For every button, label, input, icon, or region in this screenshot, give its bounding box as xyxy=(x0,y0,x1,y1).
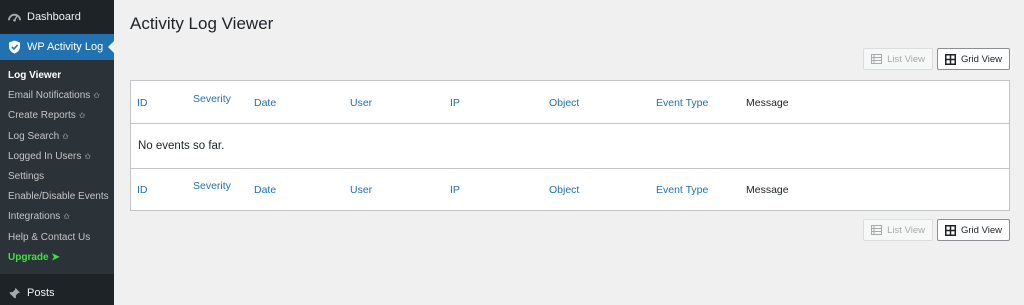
column-id[interactable]: ID xyxy=(137,184,148,196)
premium-star-icon: ✩ xyxy=(84,151,92,161)
grid-icon xyxy=(944,224,956,236)
dashboard-icon xyxy=(7,10,21,24)
submenu-label: Log Viewer xyxy=(8,70,62,81)
submenu-label: Enable/Disable Events xyxy=(8,191,109,203)
submenu-label: Upgrade ➤ xyxy=(8,251,60,263)
submenu-label: Email Notifications xyxy=(8,90,91,102)
empty-table-message: No events so far. xyxy=(138,140,225,152)
menu-wp-activity-log[interactable]: WP Activity Log xyxy=(0,34,114,60)
list-icon xyxy=(871,54,883,64)
submenu-label: Create Reports xyxy=(8,110,76,122)
menu-dashboard[interactable]: Dashboard xyxy=(0,0,114,34)
column-severity[interactable]: Severity xyxy=(193,93,231,105)
column-message: Message xyxy=(746,97,789,109)
list-view-button[interactable]: List View xyxy=(863,48,933,70)
submenu-help-contact[interactable]: Help & Contact Us xyxy=(0,228,114,248)
premium-star-icon: ✩ xyxy=(62,131,69,141)
submenu-log-search[interactable]: Log Search ✩ xyxy=(0,127,114,147)
list-view-label: List View xyxy=(887,224,925,236)
premium-star-icon: ✩ xyxy=(63,212,70,222)
column-object[interactable]: Object xyxy=(549,97,579,109)
main-content: Activity Log Viewer List View Grid View … xyxy=(114,0,1024,305)
column-ip[interactable]: IP xyxy=(450,97,460,109)
submenu-upgrade[interactable]: Upgrade ➤ xyxy=(0,248,114,268)
list-icon xyxy=(871,225,883,235)
submenu-logged-in-users[interactable]: Logged In Users ✩ xyxy=(0,147,114,167)
shield-icon xyxy=(7,40,21,54)
column-event-type[interactable]: Event Type xyxy=(656,97,708,109)
admin-sidebar: Dashboard WP Activity Log Log Viewer Ema… xyxy=(0,0,114,305)
view-switch-bottom: List View Grid View xyxy=(863,219,1010,241)
list-view-button[interactable]: List View xyxy=(863,219,933,241)
menu-posts-label: Posts xyxy=(27,287,55,299)
column-user[interactable]: User xyxy=(350,97,372,109)
submenu-label: Integrations xyxy=(8,211,61,223)
column-user[interactable]: User xyxy=(350,184,372,196)
grid-view-label: Grid View xyxy=(960,224,1002,236)
pin-icon xyxy=(7,286,21,300)
table-footer-row: ID Severity Date User IP Object Event Ty… xyxy=(131,168,1009,210)
column-date[interactable]: Date xyxy=(254,97,276,109)
page-title: Activity Log Viewer xyxy=(130,14,274,33)
events-table: ID Severity Date User IP Object Event Ty… xyxy=(130,80,1010,211)
menu-wp-activity-log-label: WP Activity Log xyxy=(27,41,104,53)
submenu-label: Log Search xyxy=(8,130,60,142)
menu-dashboard-label: Dashboard xyxy=(27,11,81,23)
grid-view-label: Grid View xyxy=(960,53,1002,65)
submenu-log-viewer[interactable]: Log Viewer xyxy=(0,66,114,86)
premium-star-icon: ✩ xyxy=(93,91,100,101)
submenu-label: Settings xyxy=(8,170,45,182)
table-header-row: ID Severity Date User IP Object Event Ty… xyxy=(131,81,1009,124)
submenu-create-reports[interactable]: Create Reports ✩ xyxy=(0,106,114,126)
premium-star-icon: ✩ xyxy=(78,111,86,121)
plugin-submenu: Log Viewer Email Notifications ✩ Create R… xyxy=(0,60,114,274)
column-date[interactable]: Date xyxy=(254,184,276,196)
column-severity[interactable]: Severity xyxy=(193,180,231,192)
submenu-label: Help & Contact Us xyxy=(8,231,91,243)
column-ip[interactable]: IP xyxy=(450,184,460,196)
submenu-label: Logged In Users xyxy=(8,150,82,162)
submenu-integrations[interactable]: Integrations ✩ xyxy=(0,207,114,227)
grid-icon xyxy=(944,53,956,65)
column-object[interactable]: Object xyxy=(549,184,579,196)
column-event-type[interactable]: Event Type xyxy=(656,184,708,196)
view-switch-top: List View Grid View xyxy=(863,48,1010,70)
column-message: Message xyxy=(746,184,789,196)
grid-view-button[interactable]: Grid View xyxy=(936,48,1010,70)
grid-view-button[interactable]: Grid View xyxy=(936,219,1010,241)
menu-posts[interactable]: Posts xyxy=(0,276,114,305)
column-id[interactable]: ID xyxy=(137,97,148,109)
list-view-label: List View xyxy=(887,53,925,65)
submenu-enable-disable-events[interactable]: Enable/Disable Events xyxy=(0,187,114,207)
submenu-email-notifications[interactable]: Email Notifications ✩ xyxy=(0,86,114,106)
submenu-settings[interactable]: Settings xyxy=(0,167,114,187)
